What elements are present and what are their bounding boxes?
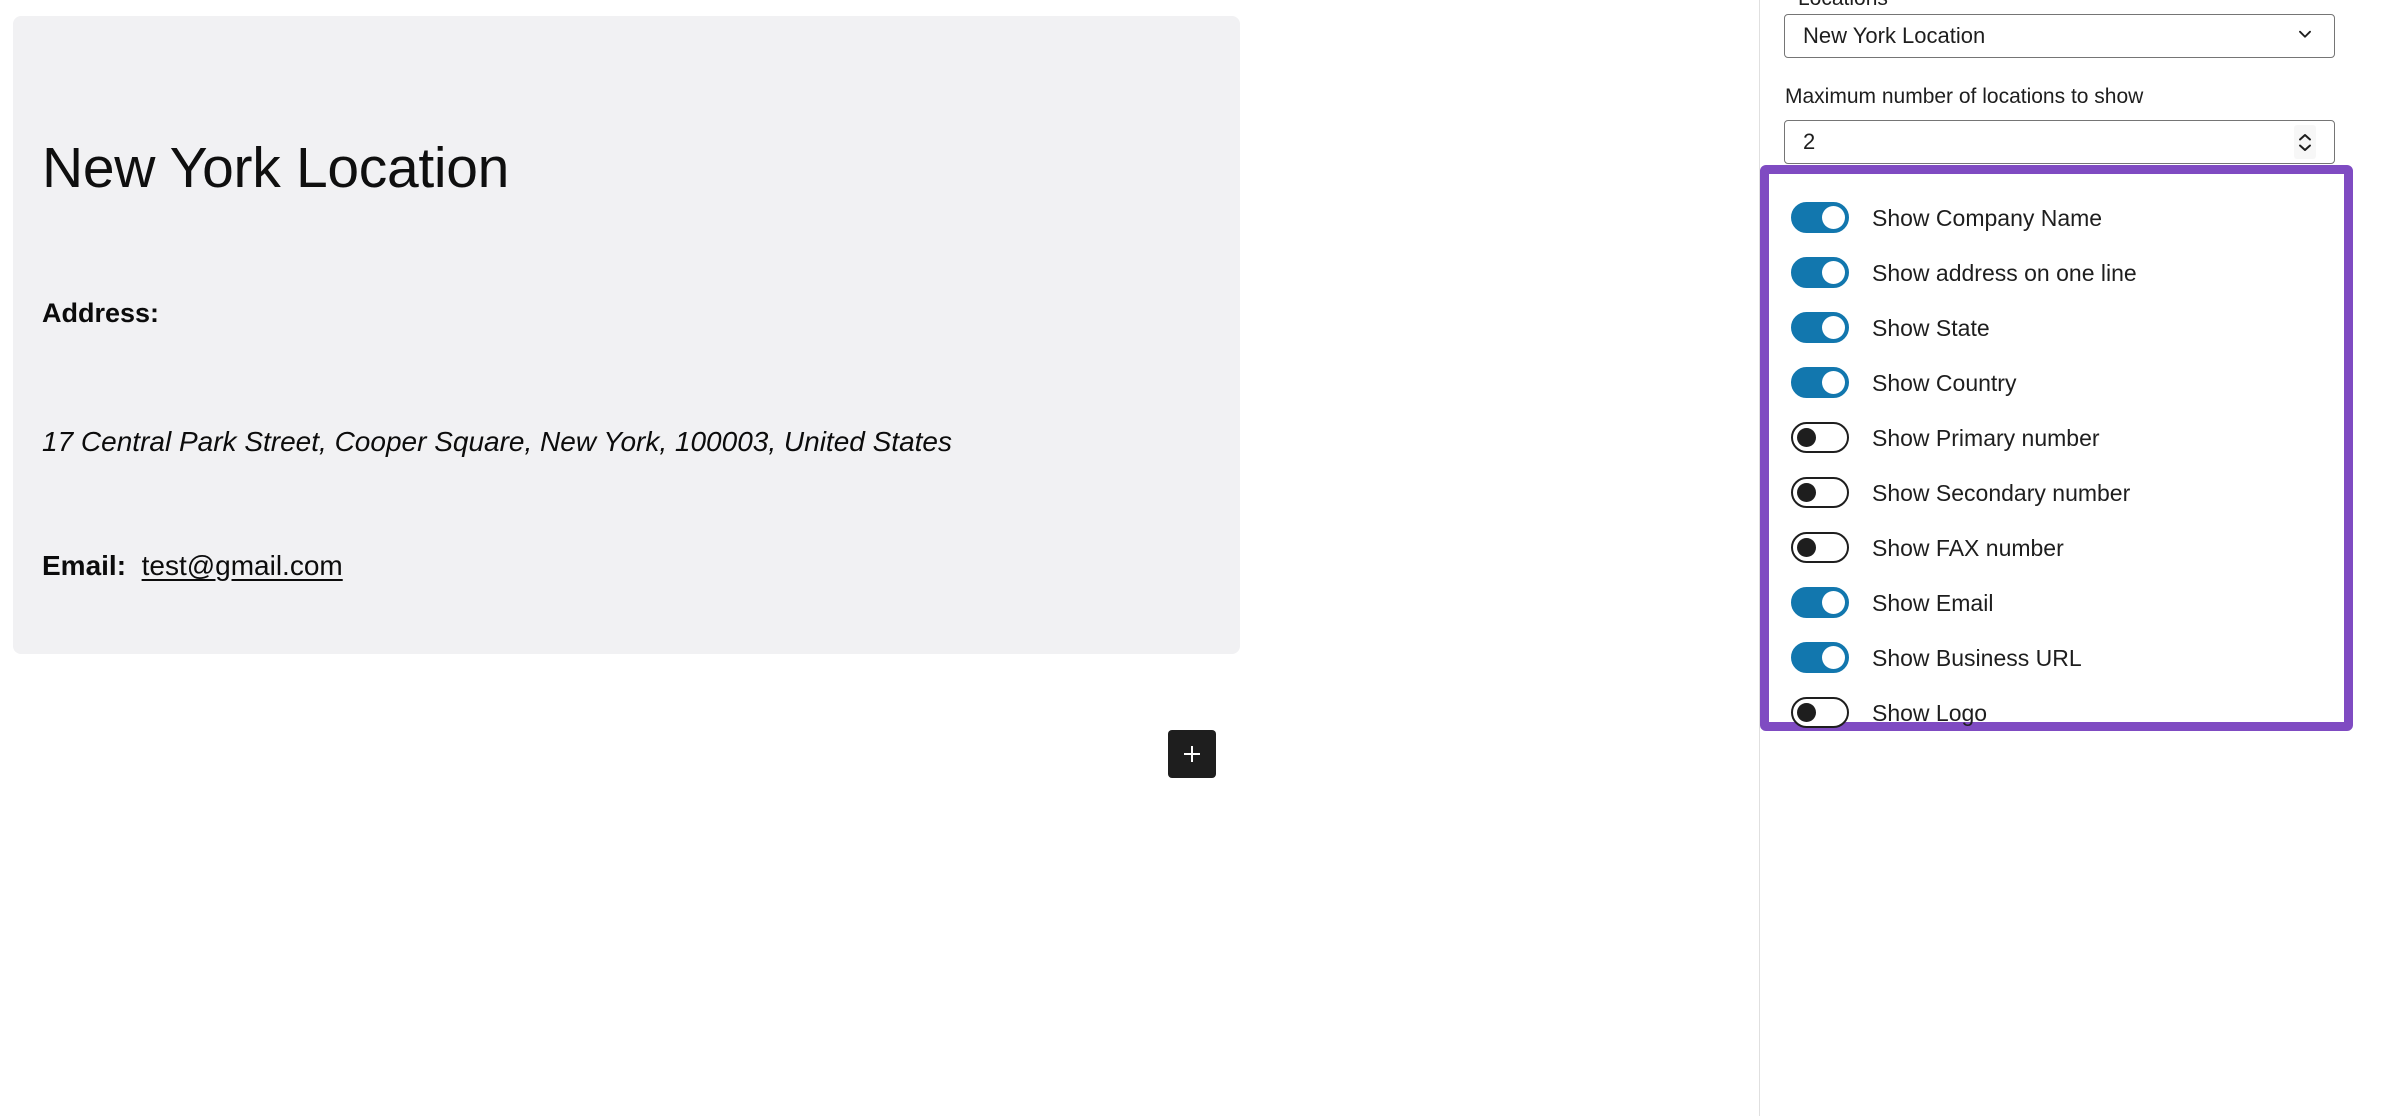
toggle-switch-off[interactable] [1791,697,1849,728]
toggles-highlight-box: Show Company Name Show address on one lin… [1760,165,2353,731]
toggle-switch-on[interactable] [1791,202,1849,233]
chevron-down-icon[interactable] [2298,143,2312,152]
toggle-knob [1822,591,1845,614]
display-options-list: Show Company Name Show address on one lin… [1769,174,2344,728]
toggle-knob [1822,206,1845,229]
locations-field-label: Locations [1798,0,1888,13]
toggle-switch-on[interactable] [1791,642,1849,673]
plus-icon [1180,742,1204,766]
toggle-label: Show FAX number [1872,534,2064,561]
chevron-down-icon [2294,23,2316,50]
email-line: Email: test@gmail.com [42,546,343,586]
toggle-row[interactable]: Show Business URL [1769,630,2344,685]
toggle-switch-off[interactable] [1791,422,1849,453]
toggle-row[interactable]: Show address on one line [1769,245,2344,300]
toggle-knob [1822,371,1845,394]
toggle-row[interactable]: Show Primary number [1769,410,2344,465]
toggle-knob [1797,703,1816,722]
toggle-label: Show address on one line [1872,259,2137,286]
toggle-label: Show Secondary number [1872,479,2131,506]
location-title: New York Location [42,136,510,200]
toggle-label: Show Business URL [1872,644,2082,671]
address-label: Address: [42,298,160,328]
email-label: Email: [42,550,127,581]
toggle-row[interactable]: Show Logo [1769,685,2344,740]
toggle-label: Show Company Name [1872,204,2103,231]
number-stepper[interactable] [2294,125,2316,159]
toggle-row[interactable]: Show Company Name [1769,190,2344,245]
toggle-row[interactable]: Show Secondary number [1769,465,2344,520]
toggle-row[interactable]: Show Email [1769,575,2344,630]
add-block-button[interactable] [1168,730,1216,778]
toggle-row[interactable]: Show FAX number [1769,520,2344,575]
toggle-knob [1822,646,1845,669]
max-locations-input[interactable]: 2 [1784,120,2335,164]
toggle-knob [1822,261,1845,284]
toggle-switch-off[interactable] [1791,532,1849,563]
toggle-switch-on[interactable] [1791,587,1849,618]
locations-select-value: New York Location [1803,23,1986,48]
toggle-label: Show Country [1872,369,2017,396]
toggle-switch-on[interactable] [1791,312,1849,343]
toggle-label: Show Primary number [1872,424,2100,451]
locations-select[interactable]: New York Location [1784,14,2335,58]
email-link[interactable]: test@gmail.com [142,550,343,581]
toggle-knob [1797,483,1816,502]
editor-canvas: New York Location Address: 17 Central Pa… [0,0,1759,1116]
address-value: 17 Central Park Street, Cooper Square, N… [42,426,952,457]
toggle-label: Show Email [1872,589,1994,616]
toggle-knob [1797,428,1816,447]
max-locations-value: 2 [1803,129,1816,154]
toggle-knob [1822,316,1845,339]
toggle-switch-off[interactable] [1791,477,1849,508]
location-block-card[interactable]: New York Location Address: 17 Central Pa… [13,16,1240,654]
toggle-row[interactable]: Show Country [1769,355,2344,410]
toggle-switch-on[interactable] [1791,367,1849,398]
toggle-label: Show Logo [1872,699,1988,726]
chevron-up-icon[interactable] [2298,133,2312,142]
toggle-row[interactable]: Show State [1769,300,2344,355]
max-locations-label: Maximum number of locations to show [1785,85,2144,108]
toggle-switch-on[interactable] [1791,257,1849,288]
toggle-knob [1797,538,1816,557]
toggle-label: Show State [1872,314,1990,341]
